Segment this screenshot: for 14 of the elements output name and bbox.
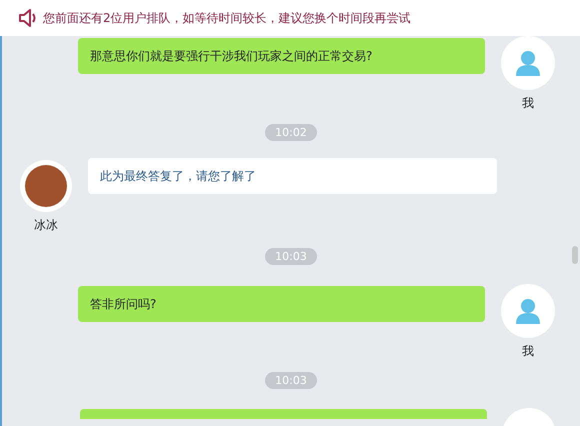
user-silhouette-icon — [515, 298, 541, 324]
timestamp: 10:03 — [265, 372, 317, 389]
timestamp: 10:02 — [265, 124, 317, 141]
message-bubble: 那意思你们就是要强行干涉我们玩家之间的正常交易? — [78, 38, 485, 74]
sender-name: 我 — [522, 343, 534, 360]
timestamp: 10:03 — [265, 248, 317, 265]
sender-name: 我 — [522, 95, 534, 112]
scrollbar-thumb[interactable] — [572, 246, 578, 264]
message-bubble: 此为最终答复了，请您了解了 — [88, 158, 497, 194]
queue-notice: 您前面还有2位用户排队，如等待时间较长，建议您换个时间段再尝试 — [43, 10, 411, 27]
sender-name: 冰冰 — [34, 217, 58, 234]
user-silhouette-icon — [515, 50, 541, 76]
speaker-icon — [18, 9, 38, 27]
message-bubble: 答非所问吗? — [78, 286, 485, 322]
